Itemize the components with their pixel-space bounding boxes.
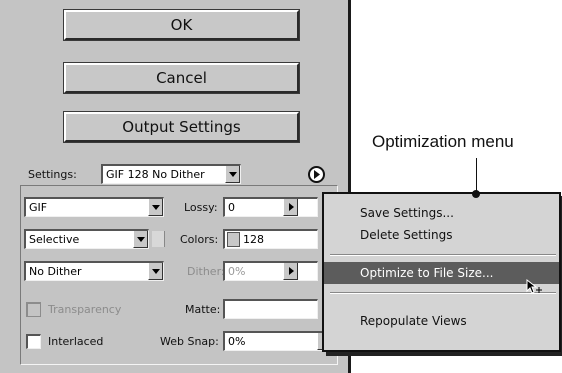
dither-algorithm-value: No Dither [29,265,82,278]
slider-arrow-icon[interactable] [283,199,298,216]
transparency-label: Transparency [48,303,122,316]
settings-label: Settings: [28,168,77,181]
chevron-down-icon [148,199,163,216]
lossy-label: Lossy: [184,201,218,214]
palette-value: Selective [29,233,80,246]
callout-dot [472,190,480,198]
lossy-field[interactable]: 0 [223,197,318,217]
dither-algorithm-dropdown[interactable]: No Dither [24,261,164,281]
palette-dropdown[interactable]: Selective [24,229,149,249]
optimize-panel: OK Cancel Output Settings Settings: GIF … [0,0,350,373]
interlaced-checkbox[interactable] [26,334,41,349]
output-settings-button[interactable]: Output Settings [63,111,300,143]
transparency-checkbox[interactable] [26,302,41,317]
colors-field[interactable]: 128 [223,229,318,249]
callout-leader-line [476,158,477,194]
menu-item-delete-settings[interactable]: Delete Settings [324,224,559,246]
format-dropdown[interactable]: GIF [24,197,164,217]
chevron-down-icon [133,231,148,248]
web-snap-label: Web Snap: [160,335,219,348]
menu-separator [330,254,556,256]
matte-label: Matte: [185,303,221,316]
format-value: GIF [29,201,48,214]
lossy-value: 0 [228,201,235,214]
palette-aux-icon [152,231,165,247]
matte-dropdown[interactable] [223,299,318,319]
circle-triangle-right-icon [314,170,320,179]
settings-value: GIF 128 No Dither [106,168,205,181]
web-snap-field[interactable]: 0% [223,331,333,351]
colors-value: 128 [243,233,264,246]
optimize-menu: Save Settings... Delete Settings Optimiz… [322,192,561,352]
stepper-icon[interactable] [227,232,240,247]
menu-item-save-settings[interactable]: Save Settings... [324,202,559,224]
callout-label: Optimization menu [372,132,514,151]
menu-item-repopulate-views[interactable]: Repopulate Views [324,310,559,332]
interlaced-label: Interlaced [48,335,104,348]
slider-arrow-icon[interactable] [283,263,298,280]
dither-field[interactable]: 0% [223,261,318,281]
dither-label: Dither: [187,265,225,278]
menu-separator [330,292,556,294]
optimize-menu-button[interactable] [308,166,325,183]
settings-dropdown[interactable]: GIF 128 No Dither [101,164,241,184]
ok-button[interactable]: OK [63,9,300,41]
dither-value: 0% [228,265,246,278]
chevron-down-icon [225,166,240,183]
colors-label: Colors: [180,233,219,246]
pointer-cursor-icon [526,278,542,294]
web-snap-value: 0% [228,335,246,348]
cancel-button[interactable]: Cancel [63,62,300,94]
chevron-down-icon [148,263,163,280]
